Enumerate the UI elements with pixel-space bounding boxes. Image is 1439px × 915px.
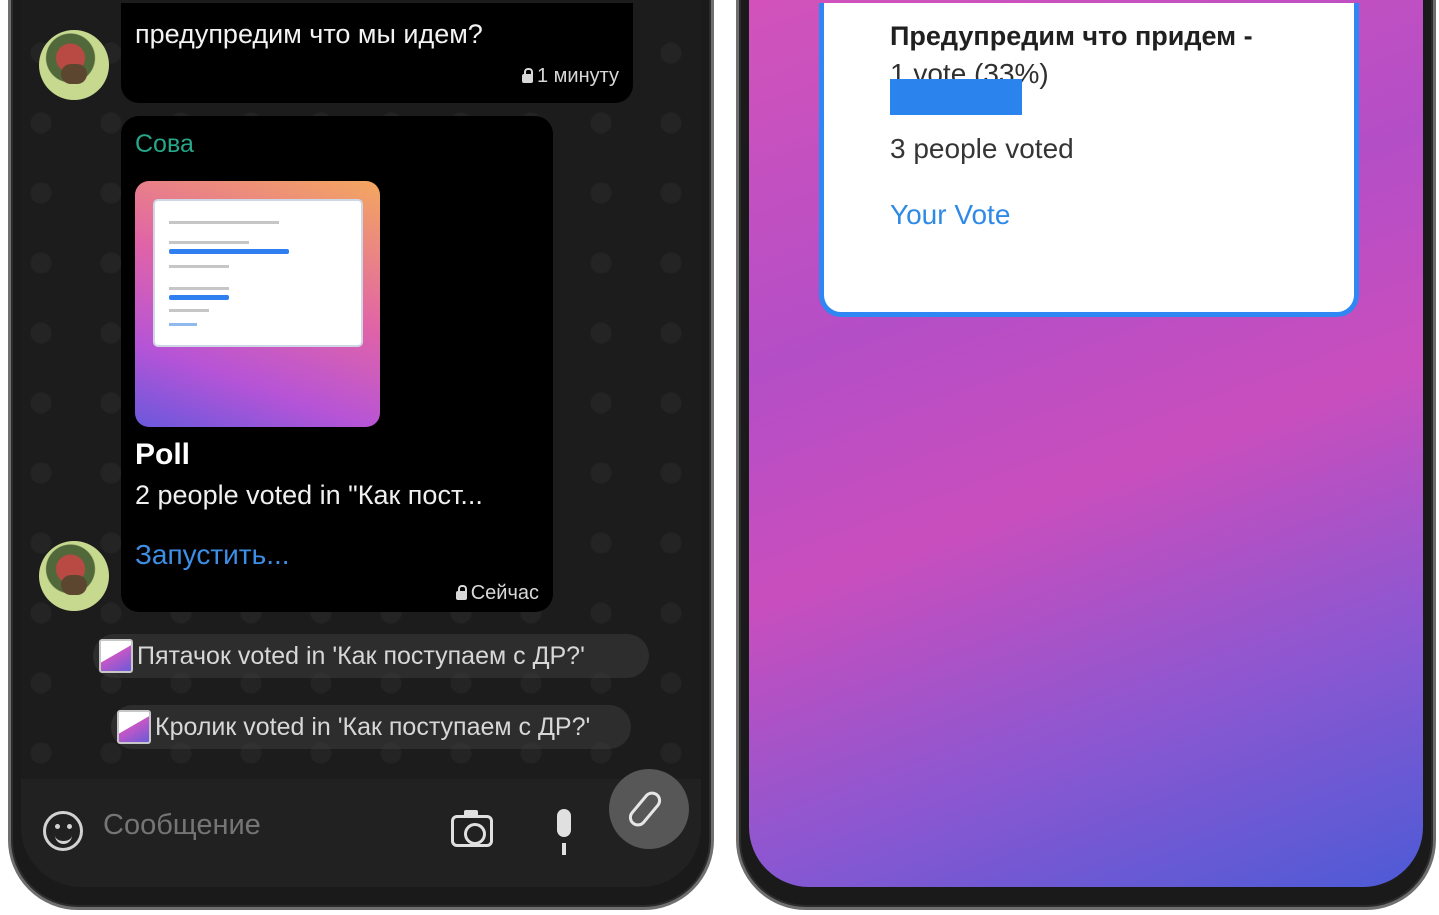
attach-button[interactable] [609, 769, 689, 849]
poll-screen: Предупредим что придем - 1 vote (33%) 3 … [749, 0, 1423, 887]
message-composer [21, 769, 701, 887]
launch-link[interactable]: Запустить... [135, 539, 290, 571]
poll-message-bubble[interactable]: Сова Poll 2 people voted in "Как пост...… [121, 116, 553, 612]
message-bubble[interactable]: предупредим что мы идем? 1 минуту [121, 3, 633, 103]
thumb-progress-bar [169, 249, 289, 254]
poll-option-label: Предупредим что придем - [890, 21, 1253, 51]
phone-right: Предупредим что придем - 1 vote (33%) 3 … [736, 0, 1436, 910]
system-message-text: Пятачок voted in 'Как поступаем с ДР?' [137, 641, 585, 670]
message-time: Сейчас [455, 582, 539, 605]
emoji-icon[interactable] [43, 811, 83, 851]
thumb-line [169, 323, 197, 326]
thumb-line [169, 265, 229, 268]
sender-name[interactable]: Сова [135, 130, 194, 159]
system-message[interactable]: Пятачок voted in 'Как поступаем с ДР?' [93, 634, 649, 678]
poll-thumbnail-icon [99, 639, 133, 673]
phone-left: предупредим что мы идем? 1 минуту Сова P… [8, 0, 714, 910]
thumb-line [169, 221, 279, 224]
lock-icon [455, 585, 467, 600]
paperclip-icon [625, 787, 665, 831]
poll-result-card: Предупредим что придем - 1 vote (33%) 3 … [819, 3, 1359, 317]
message-time: 1 минуту [521, 65, 619, 88]
poll-thumbnail[interactable] [135, 181, 380, 427]
poll-thumbnail-card [153, 199, 363, 347]
camera-icon[interactable] [451, 810, 493, 847]
thumb-line [169, 241, 249, 244]
chat-screen: предупредим что мы идем? 1 минуту Сова P… [21, 0, 701, 887]
poll-thumbnail-icon [117, 710, 151, 744]
message-text: предупредим что мы идем? [135, 19, 483, 49]
your-vote-link[interactable]: Your Vote [890, 199, 1010, 231]
system-message-text: Кролик voted in 'Как поступаем с ДР?' [155, 712, 591, 741]
avatar[interactable] [39, 541, 109, 611]
message-time-text: Сейчас [470, 582, 539, 604]
poll-option-bar [890, 79, 1022, 115]
message-time-text: 1 минуту [536, 65, 619, 87]
message-input[interactable] [103, 809, 423, 842]
microphone-icon[interactable] [549, 809, 579, 857]
people-voted-count: 3 people voted [890, 133, 1074, 164]
thumb-line [169, 309, 209, 312]
poll-title: Poll [135, 438, 191, 471]
poll-description: 2 people voted in "Как пост... [135, 480, 483, 510]
thumb-progress-bar [169, 295, 229, 300]
system-message[interactable]: Кролик voted in 'Как поступаем с ДР?' [111, 705, 631, 749]
thumb-line [169, 287, 229, 290]
avatar[interactable] [39, 30, 109, 100]
lock-icon [521, 68, 533, 83]
